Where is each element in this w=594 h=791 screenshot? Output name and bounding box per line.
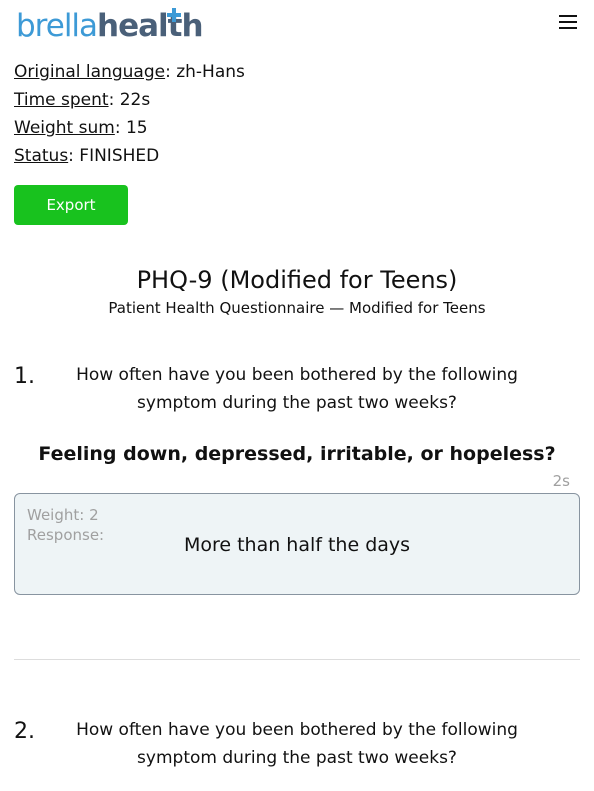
meta-time-spent-label: Time spent [14, 90, 109, 110]
meta-status-value: : FINISHED [68, 146, 160, 166]
question-text-line: symptom during the past two weeks? [137, 748, 457, 768]
meta-weight-sum-label: Weight sum [14, 118, 115, 138]
meta-time-spent-value: : 22s [108, 90, 151, 110]
response-weight: Weight: 2 [27, 506, 99, 524]
questionnaire-title: PHQ-9 (Modified for Teens) [136, 266, 458, 294]
meta-status-label: Status [14, 146, 69, 166]
question-number: 2. [14, 719, 35, 744]
question-symptom: Feeling down, depressed, irritable, or h… [38, 443, 556, 465]
response-answer: More than half the days [183, 534, 411, 556]
questionnaire-subtitle: Patient Health Questionnaire — Modified … [108, 299, 486, 317]
logo-brella-text: brella [16, 8, 98, 44]
app-header: brellahealth [0, 0, 594, 56]
response-box: Weight: 2 Response: More than half the d… [14, 493, 580, 595]
brella-health-logo[interactable]: brellahealth [16, 6, 204, 46]
meta-weight-sum-value: : 15 [114, 118, 148, 138]
question-time-spent: 2s [552, 472, 570, 490]
medical-cross-icon [167, 8, 182, 22]
meta-time-spent: Time spent: 22s [14, 86, 245, 114]
question-text-line: How often have you been bothered by the … [76, 720, 518, 740]
meta-original-language: Original language: zh-Hans [14, 58, 245, 86]
question-text-line: symptom during the past two weeks? [137, 393, 457, 413]
hamburger-menu-icon[interactable] [556, 12, 580, 32]
response-metadata: Original language: zh-Hans Time spent: 2… [14, 58, 245, 170]
meta-original-language-value: : zh-Hans [165, 62, 245, 82]
question-text: How often have you been bothered by the … [40, 361, 554, 417]
question-divider [14, 659, 580, 660]
meta-original-language-label: Original language [14, 62, 166, 82]
question-text: How often have you been bothered by the … [40, 716, 554, 772]
question-text-line: How often have you been bothered by the … [76, 365, 518, 385]
logo-health-word: health [97, 8, 204, 44]
meta-weight-sum: Weight sum: 15 [14, 114, 245, 142]
logo-health-text: health [97, 8, 204, 44]
export-button[interactable]: Export [14, 185, 128, 225]
meta-status: Status: FINISHED [14, 142, 245, 170]
question-number: 1. [14, 364, 35, 389]
